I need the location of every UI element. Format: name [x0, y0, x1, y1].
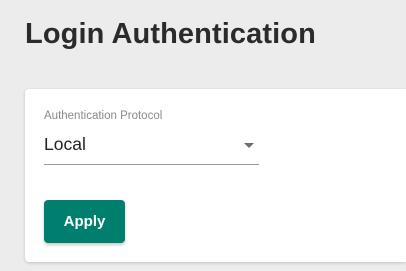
authentication-protocol-label: Authentication Protocol: [44, 110, 163, 122]
login-authentication-card: Authentication Protocol Local Apply: [25, 89, 406, 262]
authentication-protocol-field: Authentication Protocol Local: [44, 110, 259, 165]
chevron-down-icon: [244, 143, 254, 148]
page-title: Login Authentication: [25, 18, 316, 50]
authentication-protocol-value: Local: [44, 134, 86, 154]
authentication-protocol-select[interactable]: Local: [44, 130, 259, 165]
apply-button[interactable]: Apply: [44, 200, 125, 243]
